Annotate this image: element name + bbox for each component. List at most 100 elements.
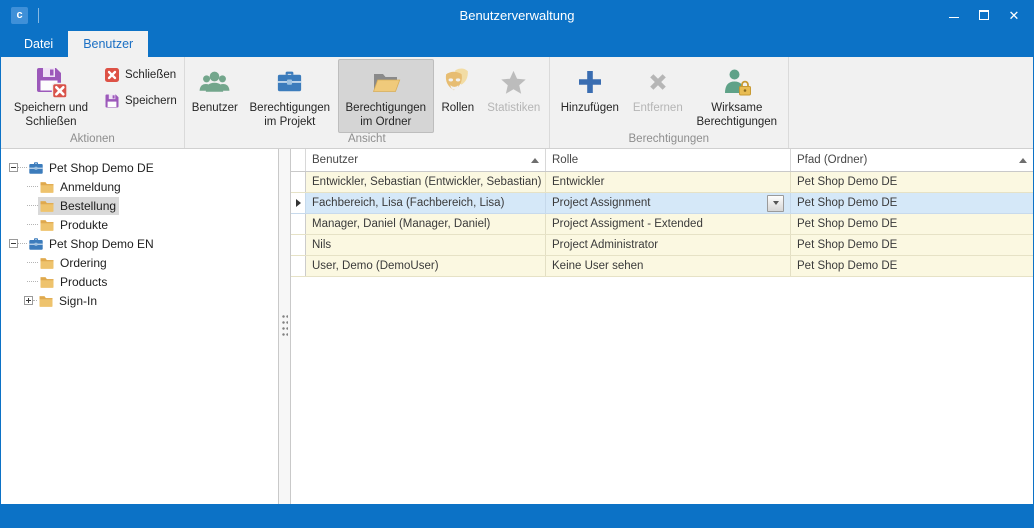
column-header-pfad[interactable]: Pfad (Ordner) bbox=[791, 149, 1033, 171]
tree-connector bbox=[27, 224, 38, 225]
grid-row[interactable]: User, Demo (DemoUser) Keine User sehen P… bbox=[291, 256, 1033, 277]
column-header-label: Rolle bbox=[552, 154, 578, 166]
project-icon bbox=[28, 236, 44, 252]
ribbon-group-label-berechtigungen: Berechtigungen bbox=[550, 133, 788, 148]
cell-pfad[interactable]: Pet Shop Demo DE bbox=[791, 193, 1033, 213]
tree-item-pet-shop-demo-en[interactable]: Pet Shop Demo EN bbox=[1, 234, 278, 253]
tree-item-products[interactable]: Products bbox=[1, 272, 278, 291]
cell-benutzer[interactable]: Entwickler, Sebastian (Entwickler, Sebas… bbox=[306, 172, 546, 192]
tab-datei[interactable]: Datei bbox=[9, 31, 68, 57]
permissions-in-folder-button[interactable]: Berechtigungen im Ordner bbox=[338, 59, 434, 133]
x-icon bbox=[642, 64, 674, 100]
close-ribbon-button[interactable]: Schließen bbox=[100, 66, 181, 84]
cell-rolle[interactable]: Project Administrator bbox=[546, 235, 791, 255]
dropdown-button[interactable] bbox=[767, 195, 784, 212]
cell-benutzer[interactable]: Fachbereich, Lisa (Fachbereich, Lisa) bbox=[306, 193, 546, 213]
cell-pfad[interactable]: Pet Shop Demo DE bbox=[791, 172, 1033, 192]
folder-icon bbox=[38, 293, 54, 309]
close-x-icon bbox=[104, 67, 120, 83]
tree-item-ordering[interactable]: Ordering bbox=[1, 253, 278, 272]
close-icon: ✕ bbox=[1009, 9, 1020, 22]
column-header-benutzer[interactable]: Benutzer bbox=[306, 149, 546, 171]
focused-row-arrow-icon bbox=[296, 199, 301, 207]
remove-button[interactable]: Entfernen bbox=[627, 59, 689, 133]
folder-icon bbox=[39, 274, 55, 290]
tree-connector bbox=[27, 281, 38, 282]
tree-item-pet-shop-demo-de[interactable]: Pet Shop Demo DE bbox=[1, 158, 278, 177]
save-button[interactable]: Speichern bbox=[100, 92, 181, 110]
column-header-rolle[interactable]: Rolle bbox=[546, 149, 791, 171]
tree-connector bbox=[27, 186, 38, 187]
expand-icon[interactable] bbox=[24, 296, 33, 305]
tree-item-label: Bestellung bbox=[60, 199, 116, 213]
cell-rolle[interactable]: Entwickler bbox=[546, 172, 791, 192]
splitter[interactable] bbox=[279, 149, 291, 504]
cell-pfad[interactable]: Pet Shop Demo DE bbox=[791, 214, 1033, 234]
folder-icon bbox=[39, 255, 55, 271]
cell-pfad[interactable]: Pet Shop Demo DE bbox=[791, 256, 1033, 276]
window-controls: ✕ bbox=[941, 4, 1027, 26]
users-icon bbox=[198, 64, 231, 100]
collapse-icon[interactable] bbox=[9, 239, 18, 248]
cell-pfad[interactable]: Pet Shop Demo DE bbox=[791, 235, 1033, 255]
briefcase-icon bbox=[274, 64, 305, 100]
row-indicator-cell bbox=[291, 256, 306, 276]
cell-benutzer[interactable]: User, Demo (DemoUser) bbox=[306, 256, 546, 276]
grid-row[interactable]: Nils Project Administrator Pet Shop Demo… bbox=[291, 235, 1033, 256]
tab-benutzer[interactable]: Benutzer bbox=[68, 31, 148, 57]
tree-item-produkte[interactable]: Produkte bbox=[1, 215, 278, 234]
main-content: Pet Shop Demo DE Anmeldung Bestellung Pr… bbox=[1, 149, 1033, 504]
grid-row[interactable]: Entwickler, Sebastian (Entwickler, Sebas… bbox=[291, 172, 1033, 193]
tree-item-sign-in[interactable]: Sign-In bbox=[1, 291, 278, 310]
tree-item-label: Pet Shop Demo EN bbox=[49, 237, 154, 251]
column-header-label: Pfad (Ordner) bbox=[797, 154, 867, 166]
cell-rolle[interactable]: Project Assigment - Extended bbox=[546, 214, 791, 234]
folder-icon bbox=[39, 179, 55, 195]
sort-asc-icon bbox=[531, 158, 539, 163]
grid-row-selected[interactable]: Fachbereich, Lisa (Fachbereich, Lisa) Pr… bbox=[291, 193, 1033, 214]
remove-label: Entfernen bbox=[633, 102, 683, 116]
collapse-icon[interactable] bbox=[9, 163, 18, 172]
add-button[interactable]: Hinzufügen bbox=[553, 59, 627, 133]
sort-asc-icon bbox=[1019, 158, 1027, 163]
cell-rolle-editor[interactable]: Project Assignment bbox=[546, 193, 791, 213]
tree-item-anmeldung[interactable]: Anmeldung bbox=[1, 177, 278, 196]
grid-row[interactable]: Manager, Daniel (Manager, Daniel) Projec… bbox=[291, 214, 1033, 235]
row-indicator-cell bbox=[291, 193, 306, 213]
status-bar bbox=[1, 504, 1033, 527]
cell-benutzer[interactable]: Manager, Daniel (Manager, Daniel) bbox=[306, 214, 546, 234]
users-button[interactable]: Benutzer bbox=[188, 59, 242, 133]
masks-icon bbox=[441, 64, 474, 100]
minimize-icon bbox=[949, 17, 959, 19]
cell-benutzer[interactable]: Nils bbox=[306, 235, 546, 255]
save-and-close-button[interactable]: Speichern und Schließen bbox=[4, 59, 98, 133]
effective-permissions-button[interactable]: Wirksame Berechtigungen bbox=[689, 59, 785, 133]
roles-button[interactable]: Rollen bbox=[434, 59, 482, 133]
save-close-icon bbox=[35, 64, 68, 100]
grid-header-row: Benutzer Rolle Pfad (Ordner) bbox=[291, 149, 1033, 172]
open-folder-icon bbox=[370, 64, 402, 100]
minimize-button[interactable] bbox=[941, 4, 967, 26]
ribbon-group-aktionen: Speichern und Schließen Schließen bbox=[1, 57, 185, 148]
titlebar: c Benutzerverwaltung ✕ bbox=[1, 1, 1033, 29]
maximize-button[interactable] bbox=[971, 4, 997, 26]
tree-item-label: Products bbox=[60, 275, 107, 289]
tree-item-bestellung[interactable]: Bestellung bbox=[1, 196, 278, 215]
close-button[interactable]: ✕ bbox=[1001, 4, 1027, 26]
project-icon bbox=[28, 160, 44, 176]
add-label: Hinzufügen bbox=[561, 102, 619, 116]
cell-rolle-value: Project Assignment bbox=[552, 197, 650, 209]
statistics-button[interactable]: Statistiken bbox=[482, 59, 546, 133]
window-title: Benutzerverwaltung bbox=[1, 8, 1033, 23]
tree-connector bbox=[18, 167, 27, 168]
ribbon: Speichern und Schließen Schließen bbox=[1, 57, 1033, 149]
cell-rolle[interactable]: Keine User sehen bbox=[546, 256, 791, 276]
tree-connector bbox=[18, 243, 27, 244]
close-label: Schließen bbox=[125, 69, 176, 81]
titlebar-separator bbox=[38, 8, 39, 23]
permissions-grid: Benutzer Rolle Pfad (Ordner) Entwickler,… bbox=[291, 149, 1033, 504]
save-and-close-label: Speichern und Schließen bbox=[7, 102, 95, 129]
permissions-in-project-button[interactable]: Berechtigungen im Projekt bbox=[242, 59, 338, 133]
app-icon[interactable]: c bbox=[11, 7, 28, 24]
roles-label: Rollen bbox=[441, 102, 474, 116]
